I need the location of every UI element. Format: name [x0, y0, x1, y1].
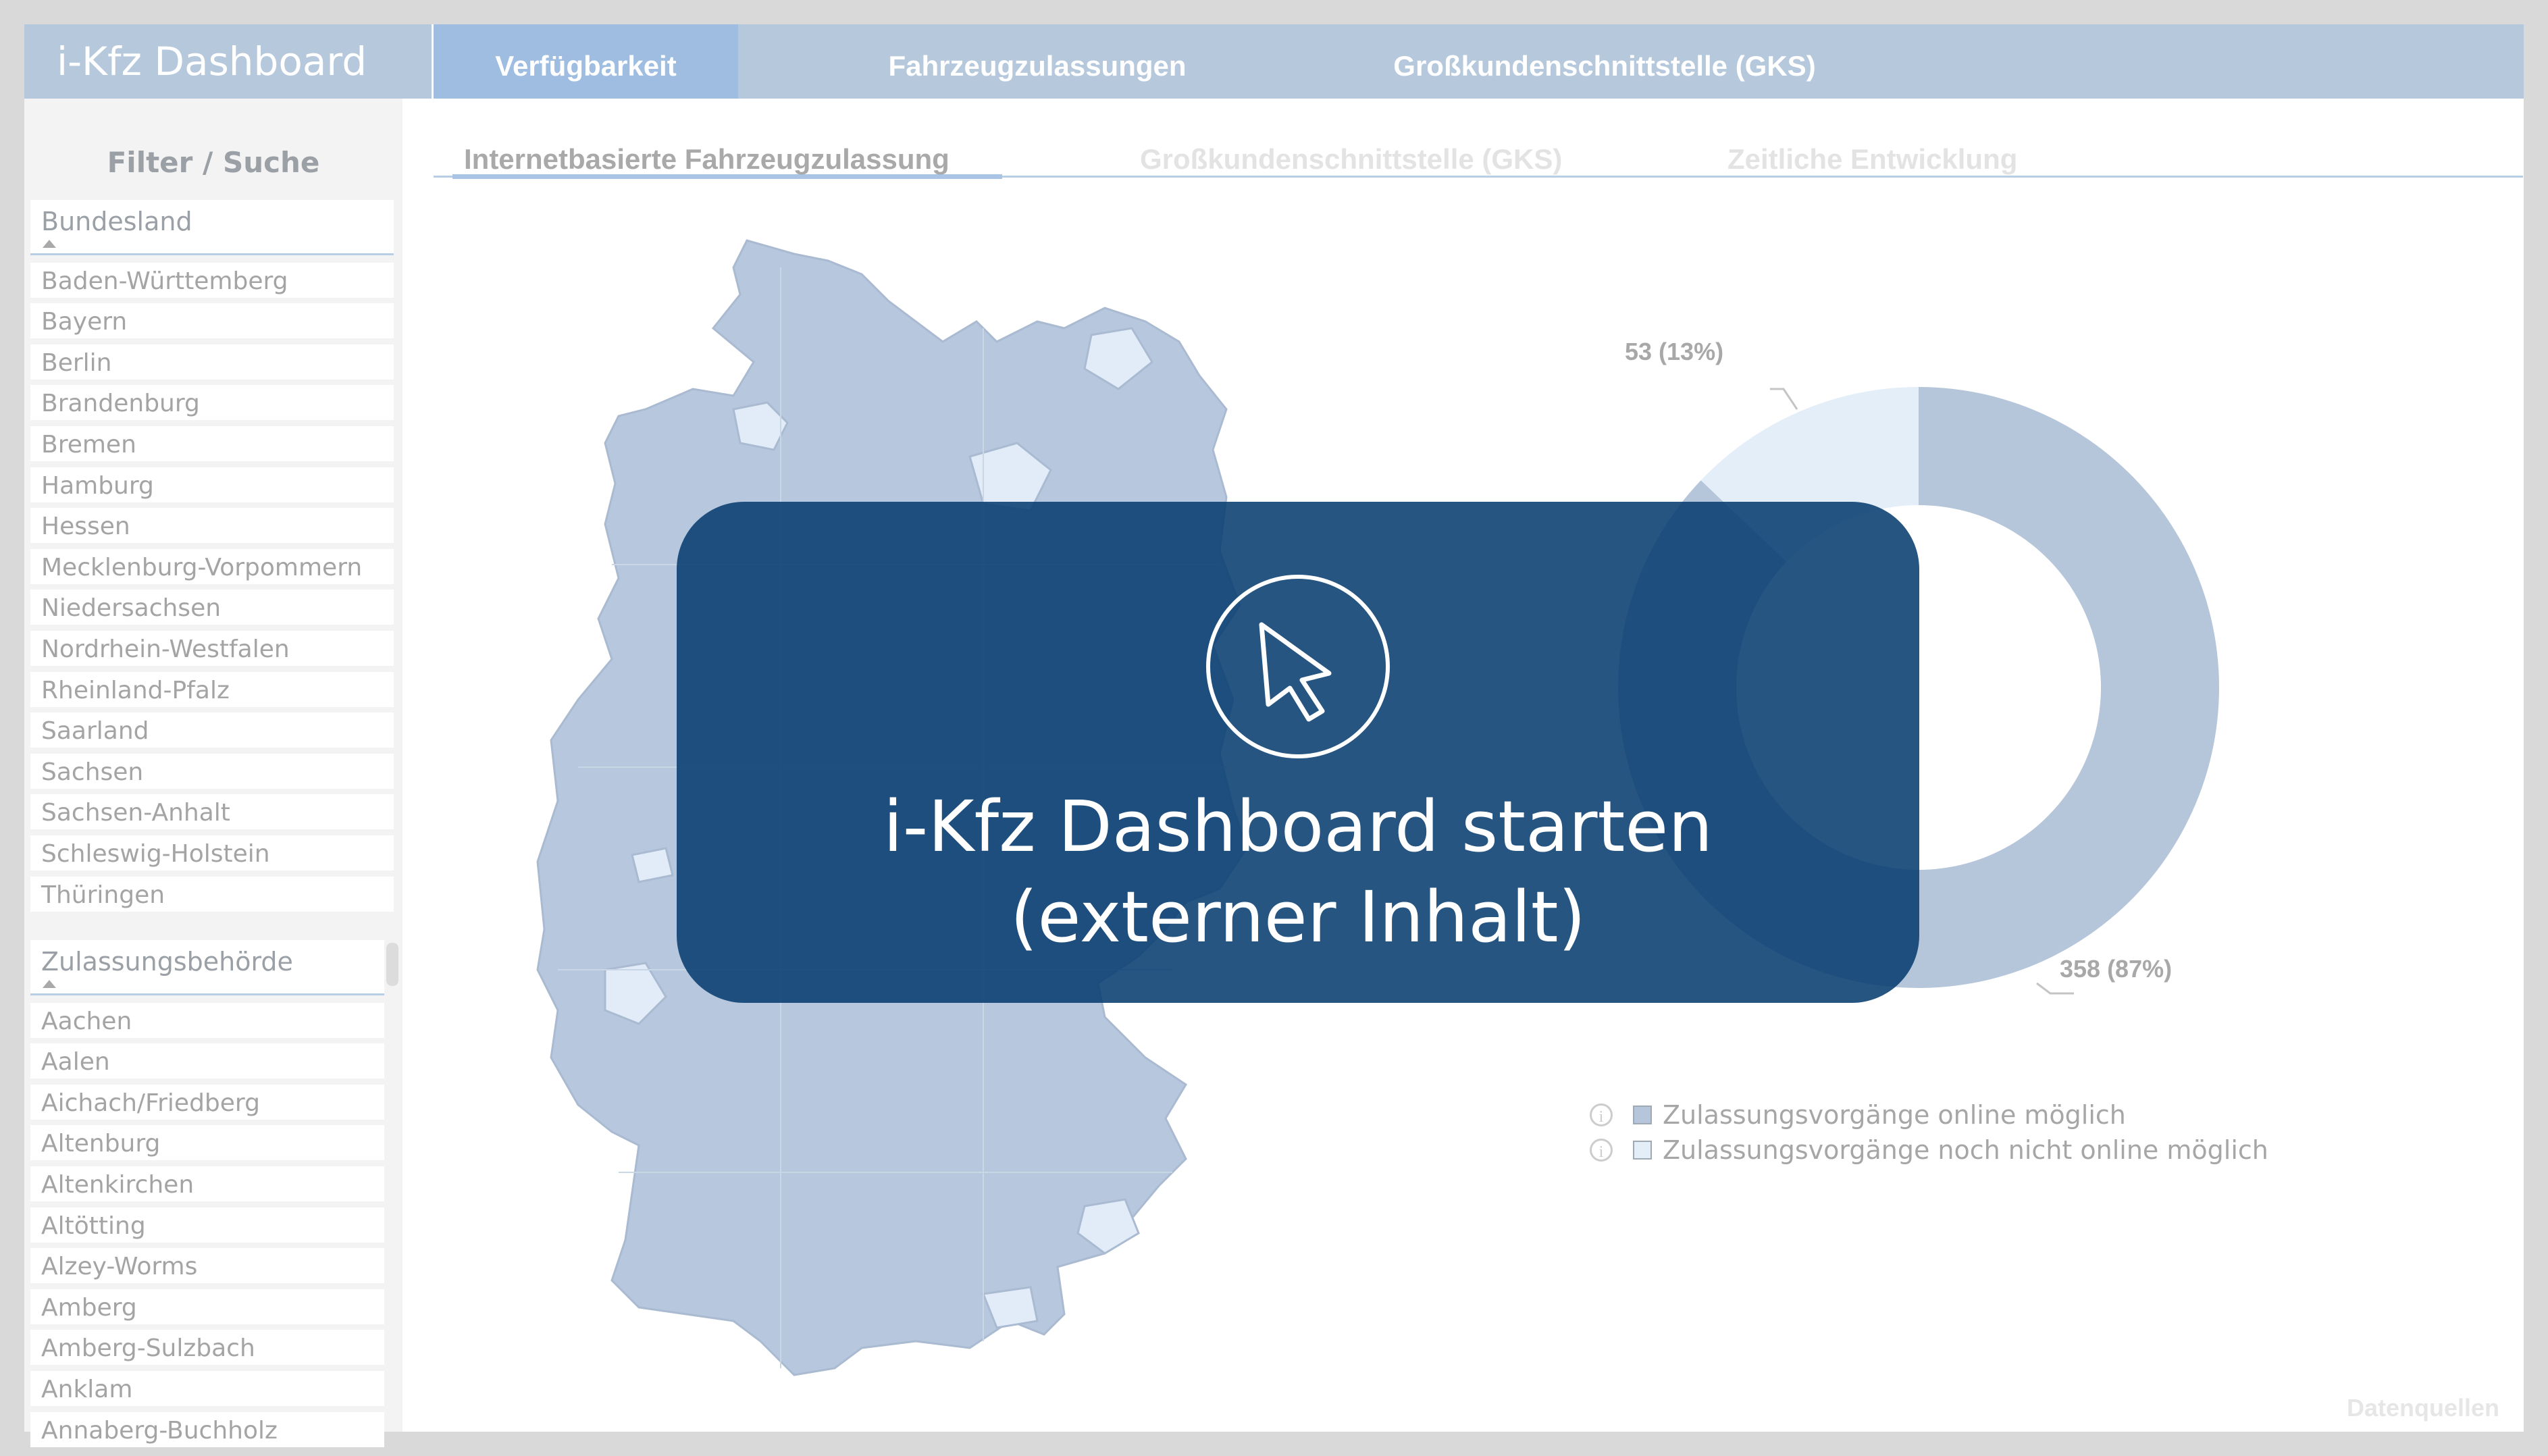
map-highlight-region[interactable] — [631, 847, 674, 883]
slicer-item[interactable]: Sachsen — [30, 753, 394, 789]
slicer-item[interactable]: Aichach/Friedberg — [30, 1084, 384, 1120]
cursor-arrow-icon — [1206, 575, 1390, 758]
behoerde-slicer-label: Zulassungsbehörde — [41, 947, 293, 977]
bundesland-slicer-label: Bundesland — [41, 207, 192, 236]
slicer-item[interactable]: Hamburg — [30, 467, 394, 502]
overlay-title: i-Kfz Dashboard starten — [883, 785, 1713, 868]
slicer-item[interactable]: Sachsen-Anhalt — [30, 794, 394, 830]
slicer-item[interactable]: Schleswig-Holstein — [30, 835, 394, 870]
tab-fahrzeugzulassungen[interactable]: Fahrzeugzulassungen — [801, 24, 1274, 99]
legend-label: Zulassungsvorgänge noch nicht online mög… — [1663, 1135, 2268, 1165]
legend-label: Zulassungsvorgänge online möglich — [1663, 1100, 2126, 1130]
slicer-item[interactable]: Mecklenburg-Vorpommern — [30, 548, 394, 584]
behoerde-slicer-header[interactable]: Zulassungsbehörde — [30, 940, 384, 995]
slicer-item[interactable]: Amberg — [30, 1289, 384, 1324]
dashboard-frame: i-Kfz Dashboard Verfügbarkeit Fahrzeugzu… — [24, 24, 2524, 1447]
slicer-item[interactable]: Altenburg — [30, 1125, 384, 1161]
slicer-item[interactable]: Altötting — [30, 1207, 384, 1243]
info-icon[interactable]: i — [1590, 1103, 1613, 1126]
slicer-item[interactable]: Annaberg-Buchholz — [30, 1411, 384, 1447]
sort-caret-icon[interactable] — [43, 240, 56, 248]
slicer-item[interactable]: Niedersachsen — [30, 590, 394, 625]
slicer-item[interactable]: Bayern — [30, 303, 394, 339]
app-title: i-Kfz Dashboard — [24, 24, 434, 99]
behoerde-list: Aachen Aalen Aichach/Friedberg Altenburg Alt… — [30, 995, 384, 1447]
subtab-zeitliche-entwicklung[interactable]: Zeitliche Entwicklung — [1727, 143, 2017, 176]
bundesland-slicer: Bundesland Baden-Württemberg Bayern Berlin… — [30, 200, 394, 912]
slicer-item[interactable]: Amberg-Sulzbach — [30, 1330, 384, 1366]
legend-swatch — [1633, 1141, 1652, 1160]
bundesland-slicer-header[interactable]: Bundesland — [30, 200, 394, 255]
donut-leader-line — [2036, 982, 2074, 995]
info-icon[interactable]: i — [1590, 1139, 1613, 1162]
start-dashboard-overlay-button[interactable]: i-Kfz Dashboard starten (externer Inhalt… — [677, 502, 1919, 1003]
slicer-item[interactable]: Saarland — [30, 712, 394, 748]
subtab-gks[interactable]: Großkundenschnittstelle (GKS) — [1140, 143, 1562, 176]
slicer-item[interactable]: Alzey-Worms — [30, 1248, 384, 1284]
top-navigation-bar: i-Kfz Dashboard Verfügbarkeit Fahrzeugzu… — [24, 24, 2524, 99]
legend-item[interactable]: i Zulassungsvorgänge online möglich — [1590, 1098, 2126, 1132]
donut-data-label: 358 (87%) — [2060, 955, 2173, 983]
filter-sidebar: Filter / Suche Bundesland Baden-Württemb… — [24, 99, 402, 1447]
slicer-item[interactable]: Aalen — [30, 1043, 384, 1079]
datenquellen-link[interactable]: Datenquellen — [2347, 1394, 2499, 1422]
filter-heading: Filter / Suche — [107, 146, 320, 179]
slicer-item[interactable]: Rheinland-Pfalz — [30, 671, 394, 707]
slicer-item[interactable]: Altenkirchen — [30, 1166, 384, 1201]
sort-caret-icon[interactable] — [43, 980, 56, 988]
legend-item[interactable]: i Zulassungsvorgänge noch nicht online m… — [1590, 1133, 2268, 1167]
slicer-item[interactable]: Nordrhein-Westfalen — [30, 630, 394, 666]
bundesland-list: Baden-Württemberg Bayern Berlin Brandenburg… — [30, 255, 394, 912]
slicer-item[interactable]: Thüringen — [30, 876, 394, 912]
tab-gks[interactable]: Großkundenschnittstelle (GKS) — [1301, 24, 1908, 99]
slicer-item[interactable]: Anklam — [30, 1370, 384, 1406]
slicer-item[interactable]: Hessen — [30, 508, 394, 544]
slicer-item[interactable]: Baden-Württemberg — [30, 262, 394, 298]
behoerde-slicer: Zulassungsbehörde Aachen Aalen Aichach/Fri… — [30, 940, 384, 1447]
slicer-item[interactable]: Berlin — [30, 344, 394, 380]
tab-verfuegbarkeit[interactable]: Verfügbarkeit — [434, 24, 738, 99]
slicer-item[interactable]: Brandenburg — [30, 385, 394, 421]
donut-leader-line — [1770, 388, 1798, 410]
donut-data-label: 53 (13%) — [1625, 338, 1724, 365]
overlay-subtitle: (externer Inhalt) — [1010, 876, 1586, 958]
behoerde-scrollbar[interactable] — [386, 943, 398, 986]
legend-swatch — [1633, 1106, 1652, 1124]
slicer-item[interactable]: Aachen — [30, 1002, 384, 1038]
subtab-internetbasierte[interactable]: Internetbasierte Fahrzeugzulassung — [464, 143, 950, 176]
slicer-item[interactable]: Bremen — [30, 425, 394, 461]
